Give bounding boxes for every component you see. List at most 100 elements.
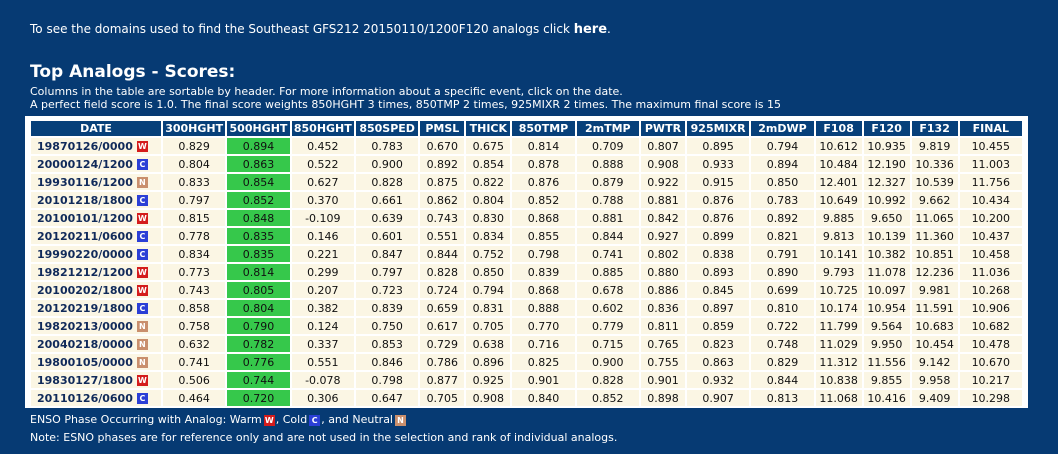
score-cell-f108: 12.401 (815, 174, 862, 190)
event-date-link[interactable]: 19800105/0000 (37, 356, 133, 369)
table-row: 20101218/1800 C 0.797 0.852 0.370 0.661 0.862 0… (31, 192, 1022, 208)
score-cell-500hght: 0.848 (227, 210, 290, 226)
score-cell-f108: 10.725 (815, 282, 862, 298)
score-cell-850sped: 0.847 (355, 246, 419, 262)
score-cell-925mixr: 0.932 (686, 372, 750, 388)
column-header-pmsl[interactable]: PMSL (420, 121, 465, 136)
score-cell-thick: 0.834 (466, 228, 511, 244)
score-cell-2mdwp: 0.813 (751, 390, 814, 406)
description-line-1: Columns in the table are sortable by hea… (30, 85, 623, 98)
score-cell-925mixr: 0.895 (686, 138, 750, 154)
score-cell-925mixr: 0.863 (686, 354, 750, 370)
score-cell-500hght: 0.854 (227, 174, 290, 190)
score-cell-500hght: 0.835 (227, 228, 290, 244)
score-cell-2mdwp: 0.829 (751, 354, 814, 370)
score-cell-300hght: 0.815 (163, 210, 226, 226)
score-cell-f132: 11.360 (911, 228, 958, 244)
column-header-500hght[interactable]: 500HGHT (227, 121, 290, 136)
intro-suffix: . (607, 22, 611, 36)
score-cell-2mdwp: 0.892 (751, 210, 814, 226)
event-date-link[interactable]: 19870126/0000 (37, 140, 133, 153)
event-date-link[interactable]: 19930116/1200 (37, 176, 133, 189)
score-cell-2mtmp: 0.879 (576, 174, 639, 190)
score-cell-pwtr: 0.811 (640, 318, 685, 334)
column-header-2mdwp[interactable]: 2mDWP (751, 121, 814, 136)
date-cell: 20100101/1200 W (31, 210, 161, 226)
score-cell-pwtr: 0.922 (640, 174, 685, 190)
cold-badge-icon: C (136, 195, 148, 206)
score-cell-2mdwp: 0.810 (751, 300, 814, 316)
event-date-link[interactable]: 20000124/1200 (37, 158, 133, 171)
score-cell-850tmp: 0.798 (512, 246, 575, 262)
score-cell-925mixr: 0.876 (686, 210, 750, 226)
score-cell-thick: 0.705 (466, 318, 511, 334)
column-header-850sped[interactable]: 850SPED (355, 121, 419, 136)
column-header-date[interactable]: DATE (31, 121, 161, 136)
column-header-final[interactable]: FINAL (959, 121, 1022, 136)
legend-cold-text: , Cold (275, 413, 308, 426)
event-date-link[interactable]: 20110126/0600 (37, 392, 133, 405)
date-cell: 20040218/0000 N (31, 336, 161, 352)
score-cell-f108: 10.141 (815, 246, 862, 262)
column-header-850tmp[interactable]: 850TMP (512, 121, 575, 136)
warm-badge-icon: W (136, 141, 148, 152)
score-cell-final: 10.682 (959, 318, 1022, 334)
score-cell-850tmp: 0.878 (512, 156, 575, 172)
score-cell-pmsl: 0.724 (420, 282, 465, 298)
score-cell-2mtmp: 0.852 (576, 390, 639, 406)
score-cell-500hght: 0.852 (227, 192, 290, 208)
event-date-link[interactable]: 19820213/0000 (37, 320, 133, 333)
event-date-link[interactable]: 19821212/1200 (37, 266, 133, 279)
column-header-300hght[interactable]: 300HGHT (163, 121, 226, 136)
score-cell-500hght: 0.894 (227, 138, 290, 154)
column-header-925mixr[interactable]: 925MIXR (686, 121, 750, 136)
score-cell-f108: 10.612 (815, 138, 862, 154)
column-header-f108[interactable]: F108 (815, 121, 862, 136)
score-cell-pwtr: 0.927 (640, 228, 685, 244)
event-date-link[interactable]: 19830127/1800 (37, 374, 133, 387)
column-header-850hght[interactable]: 850HGHT (291, 121, 354, 136)
score-cell-pwtr: 0.881 (640, 192, 685, 208)
score-cell-f120: 9.564 (863, 318, 910, 334)
score-cell-2mtmp: 0.709 (576, 138, 639, 154)
score-cell-2mtmp: 0.779 (576, 318, 639, 334)
table-row: 20100202/1800 W 0.743 0.805 0.207 0.723 0.724 0… (31, 282, 1022, 298)
score-cell-2mtmp: 0.885 (576, 264, 639, 280)
score-cell-925mixr: 0.838 (686, 246, 750, 262)
column-header-2mtmp[interactable]: 2mTMP (576, 121, 639, 136)
score-cell-2mdwp: 0.844 (751, 372, 814, 388)
score-cell-850tmp: 0.888 (512, 300, 575, 316)
score-cell-2mtmp: 0.678 (576, 282, 639, 298)
score-cell-2mdwp: 0.791 (751, 246, 814, 262)
event-date-link[interactable]: 19990220/0000 (37, 248, 133, 261)
score-cell-pmsl: 0.875 (420, 174, 465, 190)
description: Columns in the table are sortable by hea… (30, 85, 781, 111)
event-date-link[interactable]: 20120211/0600 (37, 230, 133, 243)
event-date-link[interactable]: 20100101/1200 (37, 212, 133, 225)
score-cell-300hght: 0.778 (163, 228, 226, 244)
event-date-link[interactable]: 20101218/1800 (37, 194, 133, 207)
score-cell-850sped: 0.723 (355, 282, 419, 298)
score-cell-pmsl: 0.892 (420, 156, 465, 172)
score-cell-f120: 10.382 (863, 246, 910, 262)
column-header-f120[interactable]: F120 (863, 121, 910, 136)
score-cell-850sped: 0.846 (355, 354, 419, 370)
column-header-pwtr[interactable]: PWTR (640, 121, 685, 136)
event-date-link[interactable]: 20100202/1800 (37, 284, 133, 297)
score-cell-2mdwp: 0.722 (751, 318, 814, 334)
score-cell-pmsl: 0.670 (420, 138, 465, 154)
score-cell-thick: 0.822 (466, 174, 511, 190)
column-header-f132[interactable]: F132 (911, 121, 958, 136)
score-cell-850tmp: 0.770 (512, 318, 575, 334)
score-cell-final: 10.200 (959, 210, 1022, 226)
date-cell: 19821212/1200 W (31, 264, 161, 280)
score-cell-f108: 9.885 (815, 210, 862, 226)
score-cell-final: 11.003 (959, 156, 1022, 172)
event-date-link[interactable]: 20120219/1800 (37, 302, 133, 315)
score-cell-2mtmp: 0.844 (576, 228, 639, 244)
column-header-thick[interactable]: THICK (466, 121, 511, 136)
score-cell-f108: 11.029 (815, 336, 862, 352)
score-cell-850tmp: 0.868 (512, 210, 575, 226)
event-date-link[interactable]: 20040218/0000 (37, 338, 133, 351)
here-link[interactable]: here (574, 22, 607, 37)
